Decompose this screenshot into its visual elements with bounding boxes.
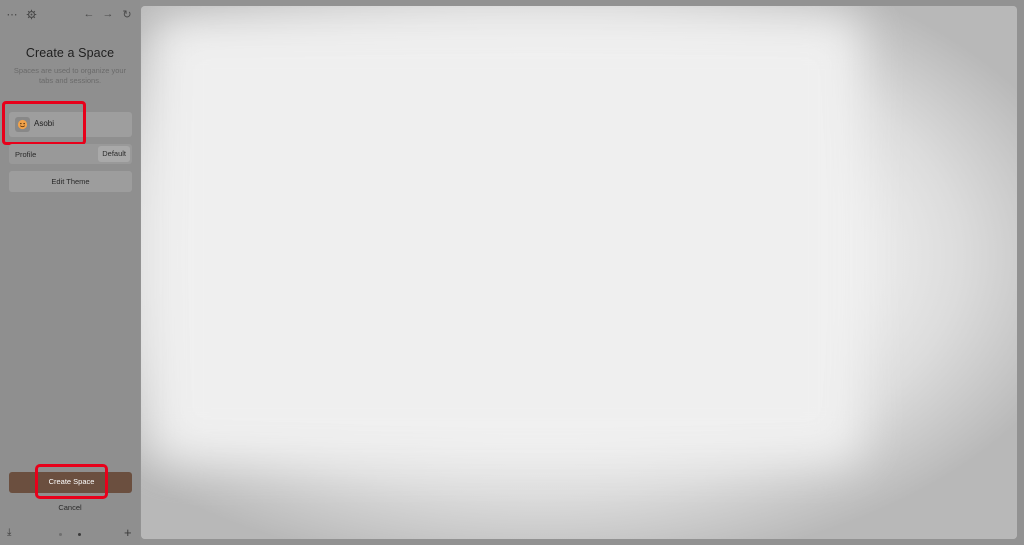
reload-icon[interactable]: ↻ bbox=[120, 7, 134, 21]
profile-dropdown[interactable]: Default bbox=[98, 146, 130, 162]
highlight-space-name bbox=[2, 101, 86, 145]
space-dot-2[interactable] bbox=[78, 533, 81, 536]
browser-window: ⋯ ← → ↻ Create a Space Spaces are used t… bbox=[0, 0, 1024, 545]
sidebar-toolbar: ⋯ ← → ↻ bbox=[0, 0, 140, 28]
main-content-area bbox=[141, 6, 1017, 539]
page-title: Create a Space bbox=[25, 46, 115, 60]
page-subtitle: Spaces are used to organize your tabs an… bbox=[13, 66, 127, 85]
profile-label: Profile bbox=[15, 150, 37, 159]
sidebar-footer: ⤓ + bbox=[0, 524, 140, 544]
edit-theme-button[interactable]: Edit Theme bbox=[9, 171, 132, 192]
add-space-icon[interactable]: + bbox=[124, 525, 132, 540]
settings-icon[interactable] bbox=[24, 7, 38, 21]
download-icon[interactable]: ⤓ bbox=[7, 527, 11, 538]
create-space-label: Create Space bbox=[48, 477, 95, 486]
menu-icon[interactable]: ⋯ bbox=[5, 7, 19, 21]
content-glow bbox=[151, 16, 861, 461]
create-space-button[interactable]: Create Space bbox=[35, 464, 108, 499]
space-dot-1[interactable] bbox=[59, 533, 62, 536]
profile-selector[interactable]: Profile Default bbox=[9, 144, 132, 164]
sidebar: ⋯ ← → ↻ Create a Space Spaces are used t… bbox=[0, 0, 140, 545]
cancel-button[interactable]: Cancel bbox=[0, 503, 140, 512]
forward-icon[interactable]: → bbox=[101, 7, 115, 21]
back-icon[interactable]: ← bbox=[82, 7, 96, 21]
